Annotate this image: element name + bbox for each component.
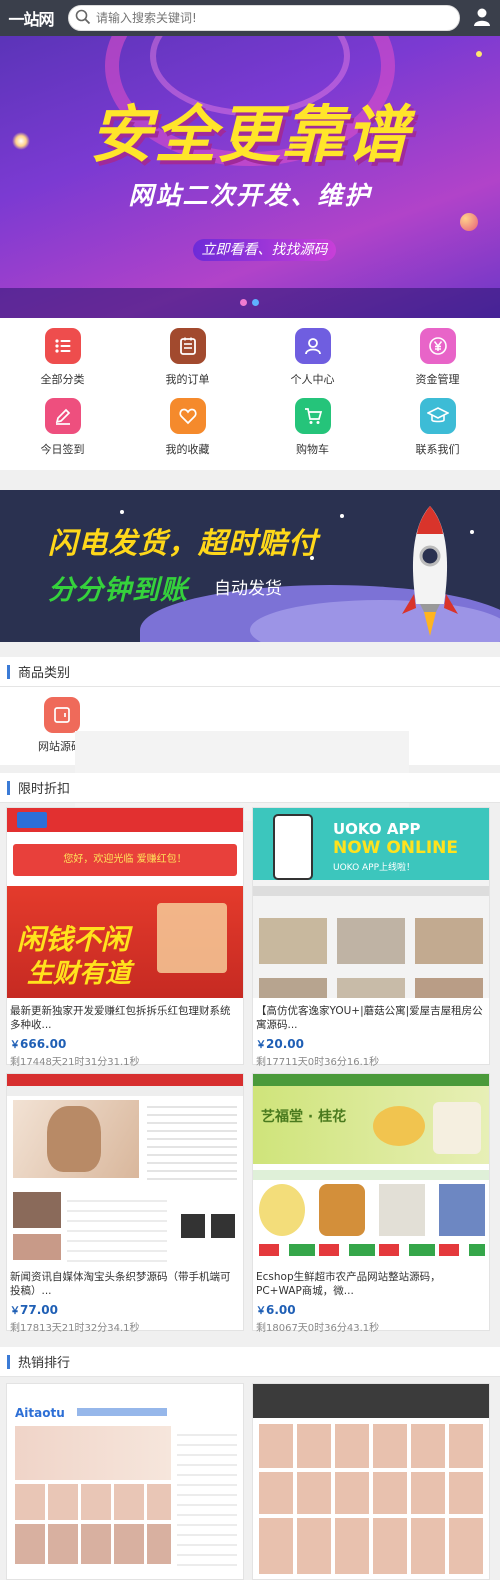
section-accent-bar bbox=[7, 664, 10, 679]
product-name[interactable]: 最新更新独家开发爱赚红包拆拆乐红包理财系统多种收... bbox=[7, 998, 243, 1032]
star-decoration bbox=[340, 514, 344, 518]
countdown-timer: 剩17711天0时36分16.1秒 bbox=[256, 1057, 380, 1068]
heart-icon bbox=[169, 398, 206, 434]
product-thumbnail[interactable]: UOKO APP NOW ONLINE UOKO APP上线啦！ bbox=[253, 808, 489, 998]
folder-icon[interactable] bbox=[44, 697, 80, 733]
menu-item-cart[interactable]: 购物车 bbox=[250, 398, 375, 468]
section-title: 限时折扣 bbox=[18, 782, 71, 797]
product-price: ￥6.00 bbox=[256, 1303, 296, 1317]
product-card[interactable] bbox=[252, 1383, 490, 1580]
user-icon bbox=[294, 328, 331, 364]
yen-icon bbox=[419, 328, 456, 364]
banner-subtitle: 网站二次开发、维护 bbox=[128, 181, 372, 210]
ball-decoration bbox=[460, 213, 478, 231]
menu-label: 我的订单 bbox=[165, 373, 210, 386]
thumbnail-text: NOW ONLINE bbox=[333, 838, 459, 858]
thumbnail-text: UOKO APP上线啦！ bbox=[333, 863, 416, 873]
promo-banner[interactable]: 闪电发货，超时赔付 分分钟到账 自动发货 bbox=[0, 490, 500, 642]
list-icon bbox=[44, 328, 81, 364]
product-thumbnail[interactable] bbox=[253, 1384, 489, 1579]
cart-icon bbox=[294, 398, 331, 434]
product-thumbnail[interactable]: 您好，欢迎光临 爱赚红包！ 闲钱不闲 生财有道 bbox=[7, 808, 243, 998]
thumbnail-text: 您好，欢迎光临 爱赚红包！ bbox=[13, 844, 237, 876]
product-thumbnail[interactable]: 艺福堂 · 桂花 bbox=[253, 1074, 489, 1264]
quick-menu: 全部分类 我的订单 个人中心 资金管理 今日签到 我的收藏 购物车 联系我们 bbox=[0, 318, 500, 470]
star-decoration bbox=[476, 51, 482, 57]
graduation-icon bbox=[419, 398, 456, 434]
search-box[interactable] bbox=[68, 5, 460, 31]
menu-item-checkin[interactable]: 今日签到 bbox=[0, 398, 125, 468]
menu-item-funds[interactable]: 资金管理 bbox=[375, 328, 500, 398]
top-bar: 一站网 bbox=[0, 0, 500, 36]
banner-cta[interactable]: 立即看看、找找源码 bbox=[193, 239, 336, 261]
order-icon bbox=[169, 328, 206, 364]
countdown-timer: 剩18067天0时36分43.1秒 bbox=[256, 1323, 380, 1334]
menu-item-favorites[interactable]: 我的收藏 bbox=[125, 398, 250, 468]
countdown-timer: 剩17448天21时31分31.1秒 bbox=[10, 1057, 140, 1068]
menu-label: 我的收藏 bbox=[165, 443, 210, 456]
banner-pagination bbox=[240, 299, 259, 306]
user-icon bbox=[473, 7, 491, 30]
product-name[interactable]: Ecshop生鲜超市农产品网站整站源码，PC+WAP商城，微... bbox=[253, 1264, 489, 1298]
menu-label: 资金管理 bbox=[415, 373, 460, 386]
product-card[interactable]: 艺福堂 · 桂花 Ecshop生鲜超市农产品网站整站源码，PC+WAP商城，微.… bbox=[252, 1073, 490, 1334]
banner-headline: 安全更靠谱 bbox=[89, 98, 410, 171]
promo-line-3: 自动发货 bbox=[214, 579, 282, 599]
pen-icon bbox=[44, 398, 81, 434]
countdown-timer: 剩17813天21时32分34.1秒 bbox=[10, 1323, 140, 1334]
section-title: 热销排行 bbox=[18, 1356, 71, 1371]
section-header-categories: 商品类别 bbox=[0, 657, 500, 687]
user-button[interactable] bbox=[470, 6, 494, 30]
section-title: 商品类别 bbox=[18, 666, 71, 681]
menu-label: 个人中心 bbox=[290, 373, 335, 386]
section-header-hot-ranking: 热销排行 bbox=[0, 1347, 500, 1377]
section-accent-bar bbox=[7, 780, 10, 795]
site-logo[interactable]: 一站网 bbox=[0, 0, 62, 36]
product-card[interactable]: 新闻资讯自媒体淘宝头条织梦源码（带手机端可投稿）... ￥77.00 剩1781… bbox=[6, 1073, 244, 1334]
menu-label: 全部分类 bbox=[40, 373, 85, 386]
section-header-flash-sale: 限时折扣 bbox=[0, 773, 500, 803]
product-card[interactable]: 您好，欢迎光临 爱赚红包！ 闲钱不闲 生财有道 最新更新独家开发爱赚红包拆拆乐红… bbox=[6, 807, 244, 1068]
product-price: ￥20.00 bbox=[256, 1037, 304, 1051]
product-thumbnail[interactable]: Aitaotu bbox=[7, 1384, 243, 1579]
product-card[interactable]: UOKO APP NOW ONLINE UOKO APP上线啦！ 【高仿优客逸家… bbox=[252, 807, 490, 1068]
thumbnail-text: UOKO APP bbox=[333, 820, 421, 838]
search-input[interactable] bbox=[96, 11, 436, 25]
pagination-dot[interactable] bbox=[240, 299, 247, 306]
product-price: ￥77.00 bbox=[10, 1303, 58, 1317]
star-decoration bbox=[120, 510, 124, 514]
menu-item-contact[interactable]: 联系我们 bbox=[375, 398, 500, 468]
thumbnail-text: Aitaotu bbox=[15, 1406, 65, 1420]
product-card[interactable]: Aitaotu bbox=[6, 1383, 244, 1580]
thumbnail-text: 生财有道 bbox=[27, 959, 132, 989]
hero-banner[interactable]: 安全更靠谱 网站二次开发、维护 立即看看、找找源码 bbox=[0, 36, 500, 318]
section-accent-bar bbox=[7, 1354, 10, 1369]
menu-label: 今日签到 bbox=[40, 443, 85, 456]
app-root: 一站网 安全更靠谱 网站二次开发、维护 立即看看、找找源码 bbox=[0, 0, 500, 1580]
menu-item-all-categories[interactable]: 全部分类 bbox=[0, 328, 125, 398]
menu-label: 购物车 bbox=[296, 443, 329, 456]
star-decoration bbox=[470, 530, 474, 534]
thumbnail-text: 闲钱不闲 bbox=[17, 923, 130, 956]
menu-item-profile[interactable]: 个人中心 bbox=[250, 328, 375, 398]
product-name[interactable]: 新闻资讯自媒体淘宝头条织梦源码（带手机端可投稿）... bbox=[7, 1264, 243, 1298]
menu-label: 联系我们 bbox=[415, 443, 460, 456]
product-name[interactable]: 【高仿优客逸家YOU+|蘑菇公寓|爱屋吉屋租房公寓源码... bbox=[253, 998, 489, 1032]
product-thumbnail[interactable] bbox=[7, 1074, 243, 1264]
promo-line-2: 分分钟到账 bbox=[48, 575, 188, 606]
thumbnail-text: 艺福堂 · 桂花 bbox=[261, 1109, 347, 1125]
search-icon bbox=[75, 9, 91, 28]
promo-line-1: 闪电发货，超时赔付 bbox=[48, 526, 319, 560]
menu-item-my-orders[interactable]: 我的订单 bbox=[125, 328, 250, 398]
rocket-icon bbox=[402, 506, 458, 636]
product-price: ￥666.00 bbox=[10, 1037, 67, 1051]
pagination-dot-active[interactable] bbox=[252, 299, 259, 306]
